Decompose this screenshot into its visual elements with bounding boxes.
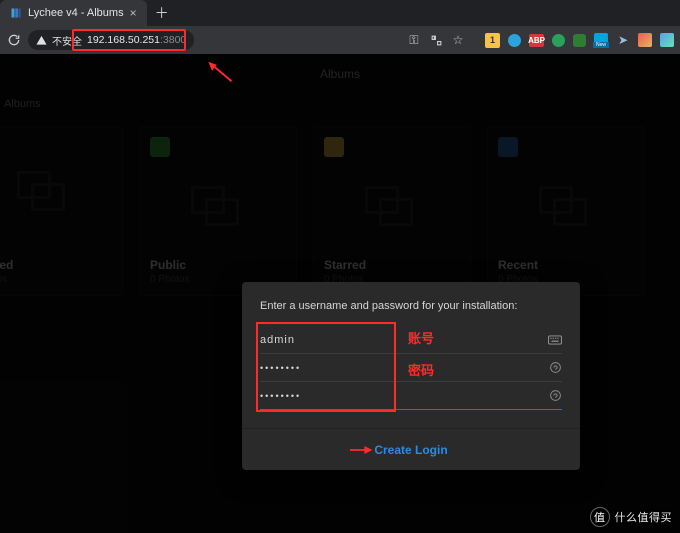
password-suggest-icon[interactable] bbox=[546, 361, 562, 374]
watermark-text: 什么值得买 bbox=[615, 509, 673, 525]
tab-close-icon[interactable]: × bbox=[130, 7, 137, 19]
url-text: 192.168.50.251:3800 bbox=[87, 34, 186, 46]
extension-circle-blue-icon[interactable] bbox=[508, 34, 521, 47]
extension-green-icon[interactable] bbox=[573, 34, 586, 47]
extension-new-badge-icon[interactable] bbox=[594, 33, 608, 47]
insecure-warning-icon bbox=[36, 35, 47, 46]
password-input[interactable] bbox=[260, 363, 546, 373]
url-host: 192.168.50.251 bbox=[87, 34, 160, 46]
password-key-icon[interactable]: ⚿ bbox=[407, 33, 421, 47]
extension-icons: ⚿ ☆ 1 ABP ➤ bbox=[407, 33, 674, 48]
browser-tab-active[interactable]: Lychee v4 - Albums × bbox=[0, 0, 147, 26]
confirm-password-field-row bbox=[260, 382, 562, 410]
watermark: 值 什么值得买 bbox=[590, 507, 673, 527]
confirm-password-input[interactable] bbox=[260, 391, 546, 401]
address-bar-wrap: 不安全 192.168.50.251:3800 bbox=[28, 30, 194, 50]
reload-icon bbox=[7, 33, 21, 47]
create-login-button[interactable]: Create Login bbox=[374, 443, 447, 457]
password-field-row bbox=[260, 354, 562, 382]
extension-plane-icon[interactable]: ➤ bbox=[616, 33, 630, 47]
keyboard-icon[interactable] bbox=[546, 334, 562, 346]
extension-sticky-icon[interactable]: 1 bbox=[485, 33, 500, 48]
tab-title: Lychee v4 - Albums bbox=[28, 7, 124, 19]
extension-misc2-icon[interactable] bbox=[660, 33, 674, 47]
translate-icon[interactable] bbox=[429, 33, 443, 47]
tab-favicon bbox=[10, 7, 22, 19]
new-tab-button[interactable]: ＋ bbox=[147, 3, 177, 23]
password-suggest-icon[interactable] bbox=[546, 389, 562, 402]
modal-footer: Create Login bbox=[242, 428, 580, 470]
create-login-modal: Enter a username and password for your i… bbox=[242, 282, 580, 470]
extension-evernote-icon[interactable] bbox=[552, 34, 565, 47]
url-port: :3800 bbox=[160, 34, 186, 46]
username-field-row bbox=[260, 326, 562, 354]
extension-abp-icon[interactable]: ABP bbox=[529, 34, 544, 47]
address-bar[interactable]: 不安全 192.168.50.251:3800 bbox=[28, 30, 194, 50]
watermark-badge: 值 bbox=[590, 507, 610, 527]
browser-toolbar: 不安全 192.168.50.251:3800 ⚿ ☆ 1 ABP ➤ bbox=[0, 26, 680, 54]
bookmark-star-icon[interactable]: ☆ bbox=[451, 33, 465, 47]
browser-tabstrip: Lychee v4 - Albums × ＋ bbox=[0, 0, 680, 26]
insecure-label: 不安全 bbox=[52, 33, 82, 48]
annotation-arrow-create bbox=[350, 444, 374, 456]
username-input[interactable] bbox=[260, 334, 546, 346]
modal-prompt: Enter a username and password for your i… bbox=[260, 300, 562, 312]
reload-button[interactable] bbox=[6, 33, 22, 47]
extension-misc1-icon[interactable] bbox=[638, 33, 652, 47]
